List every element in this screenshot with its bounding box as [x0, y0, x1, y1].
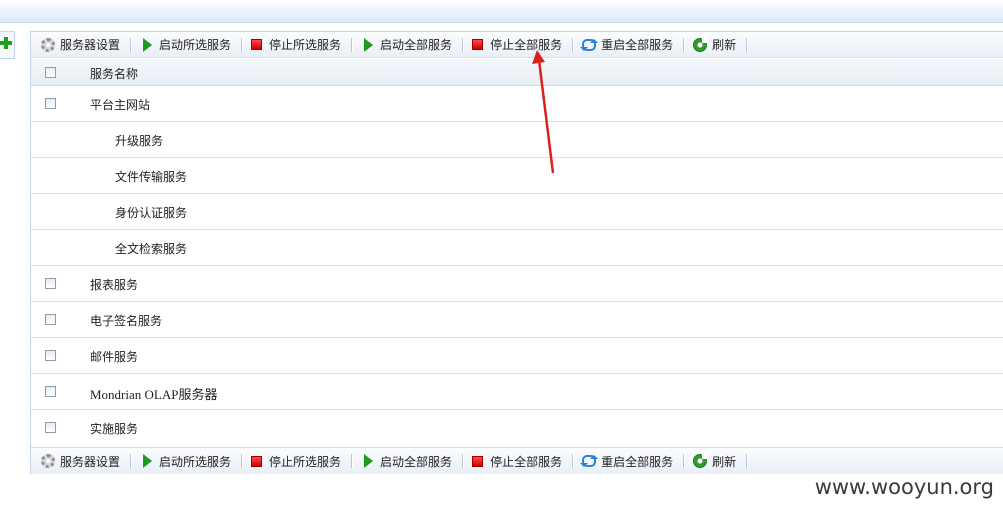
- stop-all-label: 停止全部服务: [490, 454, 563, 469]
- toolbar-separator: [746, 37, 749, 52]
- toolbar-separator: [241, 37, 244, 52]
- stop-all-button[interactable]: 停止全部服务: [470, 451, 566, 471]
- service-panel: 服务器设置 启动所选服务 停止所选服务 启动全部服务 停止全部服务 重启全部服务: [30, 31, 1003, 474]
- table-row[interactable]: Mondrian OLAP服务器: [31, 374, 1003, 410]
- service-name: 实施服务: [90, 422, 139, 436]
- service-name: 文件传输服务: [115, 170, 188, 184]
- row-checkbox[interactable]: [45, 350, 56, 361]
- table-row[interactable]: 升级服务: [31, 122, 1003, 158]
- stop-selected-label: 停止所选服务: [269, 38, 342, 52]
- column-header-service-name: 服务名称: [90, 67, 139, 81]
- top-banner: [0, 0, 1003, 23]
- service-name: 报表服务: [90, 278, 139, 292]
- service-name: 全文检索服务: [115, 242, 188, 256]
- service-name: 邮件服务: [90, 350, 139, 364]
- toolbar-separator: [351, 454, 354, 468]
- toolbar-separator: [746, 454, 749, 468]
- toolbar-separator: [462, 37, 465, 52]
- start-selected-label: 启动所选服务: [159, 454, 232, 469]
- refresh-button[interactable]: 刷新: [691, 35, 740, 55]
- toolbar-separator: [351, 37, 354, 52]
- restart-all-button[interactable]: 重启全部服务: [580, 451, 677, 471]
- gear-icon: [41, 454, 55, 468]
- restart-icon: [580, 455, 599, 467]
- stop-icon: [251, 455, 263, 467]
- start-selected-button[interactable]: 启动所选服务: [138, 451, 235, 471]
- stop-all-label: 停止全部服务: [490, 38, 563, 52]
- table-row[interactable]: 电子签名服务: [31, 302, 1003, 338]
- table-header: 服务名称: [31, 59, 1003, 86]
- play-icon: [364, 454, 374, 468]
- toolbar-separator: [130, 37, 133, 52]
- toolbar-separator: [572, 37, 575, 52]
- server-settings-button[interactable]: 服务器设置: [39, 451, 124, 471]
- service-name: 升级服务: [115, 134, 164, 148]
- plus-icon[interactable]: [0, 36, 13, 50]
- play-icon: [143, 37, 153, 52]
- play-icon: [364, 37, 374, 52]
- restart-all-label: 重启全部服务: [601, 454, 674, 469]
- row-checkbox[interactable]: [45, 278, 56, 289]
- start-all-label: 启动全部服务: [380, 454, 453, 469]
- stop-selected-label: 停止所选服务: [269, 454, 342, 469]
- stop-icon: [472, 455, 484, 467]
- stop-selected-button[interactable]: 停止所选服务: [249, 451, 345, 471]
- refresh-icon: [693, 37, 708, 52]
- toolbar-separator: [683, 454, 686, 468]
- row-checkbox[interactable]: [45, 386, 56, 397]
- row-checkbox[interactable]: [45, 314, 56, 325]
- stop-icon: [251, 39, 263, 50]
- toolbar-separator: [241, 454, 244, 468]
- table-row[interactable]: 文件传输服务: [31, 158, 1003, 194]
- server-settings-button[interactable]: 服务器设置: [39, 35, 124, 55]
- server-settings-label: 服务器设置: [60, 454, 121, 469]
- service-name: 电子签名服务: [90, 314, 163, 328]
- select-all-checkbox[interactable]: [45, 67, 56, 78]
- row-checkbox[interactable]: [45, 422, 56, 433]
- start-all-button[interactable]: 启动全部服务: [359, 451, 456, 471]
- restart-icon: [580, 38, 599, 51]
- watermark: www.wooyun.org: [814, 475, 994, 499]
- service-name: 平台主网站: [90, 98, 151, 112]
- refresh-button[interactable]: 刷新: [691, 451, 740, 471]
- restart-all-button[interactable]: 重启全部服务: [580, 35, 677, 55]
- service-name: 身份认证服务: [115, 206, 188, 220]
- server-settings-label: 服务器设置: [60, 38, 121, 52]
- refresh-icon: [693, 454, 708, 468]
- table-row[interactable]: 平台主网站: [31, 86, 1003, 122]
- start-all-label: 启动全部服务: [380, 38, 453, 52]
- stop-icon: [472, 39, 484, 50]
- table-row[interactable]: 身份认证服务: [31, 194, 1003, 230]
- start-all-button[interactable]: 启动全部服务: [359, 35, 456, 55]
- gear-icon: [41, 37, 55, 52]
- table-row[interactable]: 邮件服务: [31, 338, 1003, 374]
- toolbar-top: 服务器设置 启动所选服务 停止所选服务 启动全部服务 停止全部服务 重启全部服务: [31, 32, 1003, 58]
- stop-selected-button[interactable]: 停止所选服务: [249, 35, 345, 55]
- side-add-strip: [0, 31, 15, 59]
- start-selected-label: 启动所选服务: [159, 38, 232, 52]
- row-checkbox[interactable]: [45, 98, 56, 109]
- table-row[interactable]: 全文检索服务: [31, 230, 1003, 266]
- toolbar-separator: [683, 37, 686, 52]
- toolbar-bottom: 服务器设置 启动所选服务 停止所选服务 启动全部服务 停止全部服务 重启全部服务: [31, 447, 1003, 474]
- toolbar-separator: [462, 454, 465, 468]
- play-icon: [143, 454, 153, 468]
- table-row[interactable]: 报表服务: [31, 266, 1003, 302]
- restart-all-label: 重启全部服务: [601, 38, 674, 52]
- start-selected-button[interactable]: 启动所选服务: [138, 35, 235, 55]
- table-row[interactable]: 实施服务: [31, 410, 1003, 446]
- toolbar-separator: [572, 454, 575, 468]
- toolbar-separator: [130, 454, 133, 468]
- stop-all-button[interactable]: 停止全部服务: [470, 35, 566, 55]
- refresh-label: 刷新: [712, 38, 737, 52]
- refresh-label: 刷新: [712, 454, 737, 469]
- service-name: Mondrian OLAP服务器: [90, 387, 218, 402]
